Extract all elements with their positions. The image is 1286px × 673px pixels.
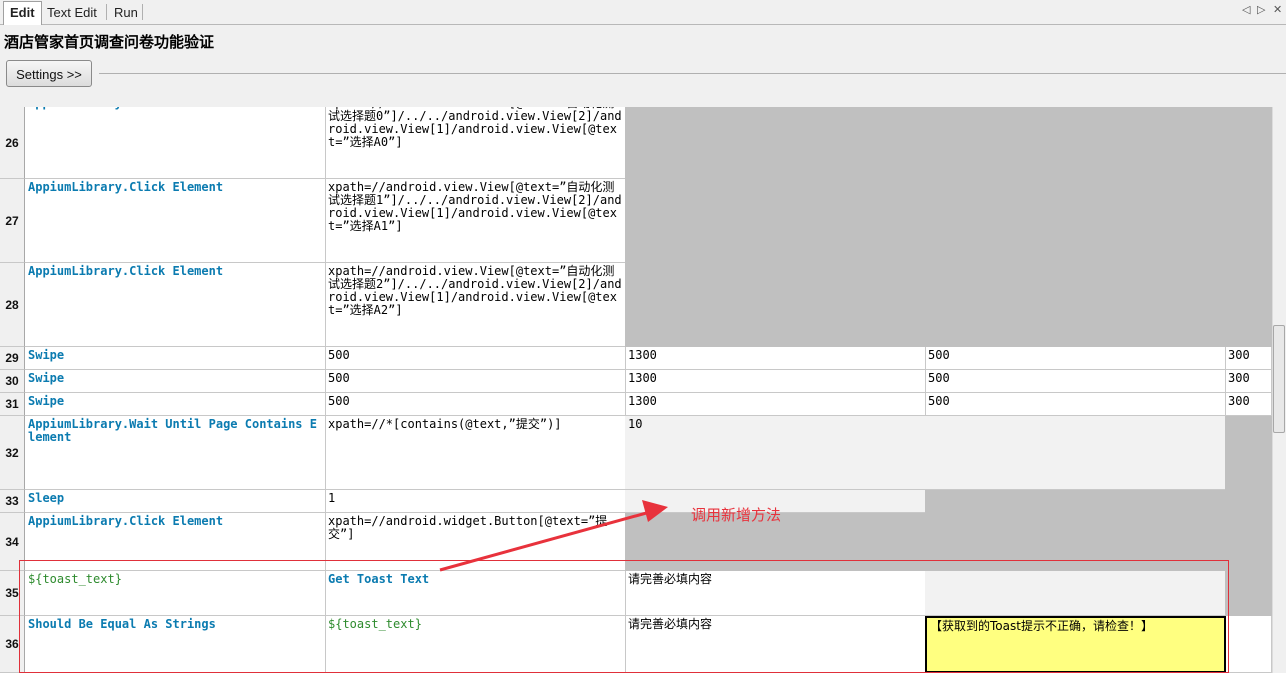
argument-cell[interactable]: 500 [325, 370, 626, 393]
selected-cell[interactable]: 【获取到的Toast提示不正确，请检查！】 [925, 616, 1226, 673]
row-number: 27 [0, 179, 25, 263]
keyword-cell[interactable]: AppiumLibrary.Wait Until Page Contains E… [25, 416, 326, 490]
argument-cell[interactable]: 500 [925, 393, 1226, 416]
keyword-cell[interactable]: AppiumLibrary.Click Element [25, 179, 326, 263]
test-case-table: 26 AppiumLibrary.Click Element xpath=//a… [0, 107, 1272, 673]
keyword-cell[interactable]: Sleep [25, 490, 326, 513]
argument-cell[interactable]: 300 [1225, 393, 1272, 416]
keyword-cell[interactable]: Should Be Equal As Strings [25, 616, 326, 673]
table-row: 27 AppiumLibrary.Click Element xpath=//a… [0, 179, 1272, 263]
argument-cell[interactable]: 10 [625, 416, 926, 490]
empty-cell[interactable] [925, 416, 1226, 490]
tab-edit[interactable]: Edit [3, 1, 42, 25]
close-icon[interactable]: ✕ [1273, 3, 1282, 16]
annotation-label: 调用新增方法 [691, 506, 782, 524]
empty-cell[interactable] [925, 571, 1226, 616]
argument-cell[interactable]: 1300 [625, 393, 926, 416]
table-row: 30 Swipe 500 1300 500 300 [0, 370, 1272, 393]
table-row: 33 Sleep 1 [0, 490, 1272, 513]
row-number: 30 [0, 370, 25, 393]
table-row: 35 ${toast_text} Get Toast Text 请完善必填内容 [0, 571, 1272, 616]
table-row: 31 Swipe 500 1300 500 300 [0, 393, 1272, 416]
argument-cell[interactable]: 300 [1225, 347, 1272, 370]
tab-run[interactable]: Run [108, 2, 144, 23]
settings-button[interactable]: Settings >> [6, 60, 92, 87]
table-row: 29 Swipe 500 1300 500 300 [0, 347, 1272, 370]
settings-divider [99, 73, 1286, 74]
tab-next-icon[interactable]: ▷ [1257, 3, 1265, 16]
keyword-cell[interactable]: AppiumLibrary.Click Element [25, 263, 326, 347]
keyword-cell[interactable]: Get Toast Text [325, 571, 626, 616]
argument-cell[interactable]: xpath=//android.view.View[@text=”自动化测试选择… [325, 179, 626, 263]
keyword-cell[interactable]: Swipe [25, 347, 326, 370]
row-number: 29 [0, 347, 25, 370]
tab-divider [142, 4, 143, 20]
empty-cell [925, 490, 1272, 513]
tab-bar: Edit Text Edit Run ◁ ▷ ✕ [0, 0, 1286, 25]
row-number: 35 [0, 571, 25, 616]
variable-cell[interactable]: ${toast_text} [25, 571, 326, 616]
keyword-cell[interactable]: AppiumLibrary.Click Element [25, 513, 326, 571]
table-row: 26 AppiumLibrary.Click Element xpath=//a… [0, 107, 1272, 179]
argument-cell[interactable]: 500 [925, 347, 1226, 370]
empty-cell [625, 179, 1272, 263]
row-number: 26 [0, 107, 25, 179]
row-number: 28 [0, 263, 25, 347]
table-row: 36 Should Be Equal As Strings ${toast_te… [0, 616, 1272, 673]
empty-cell [625, 107, 1272, 179]
row-number: 31 [0, 393, 25, 416]
keyword-cell[interactable]: AppiumLibrary.Click Element [25, 107, 326, 179]
row-number: 32 [0, 416, 25, 490]
page-title: 酒店管家首页调查问卷功能验证 [4, 33, 215, 51]
argument-cell[interactable]: 300 [1225, 370, 1272, 393]
keyword-cell[interactable]: Swipe [25, 393, 326, 416]
empty-cell[interactable] [1225, 616, 1272, 673]
argument-cell[interactable]: xpath=//android.widget.Button[@text=”提交”… [325, 513, 626, 571]
empty-cell [1225, 416, 1272, 490]
tab-text-edit[interactable]: Text Edit [41, 2, 103, 23]
argument-cell[interactable]: 请完善必填内容 [625, 571, 926, 616]
argument-cell[interactable]: 500 [925, 370, 1226, 393]
scrollbar-thumb[interactable] [1273, 325, 1285, 433]
empty-cell [1225, 571, 1272, 616]
argument-cell[interactable]: xpath=//android.view.View[@text=”自动化测试选择… [325, 263, 626, 347]
table-row: 32 AppiumLibrary.Wait Until Page Contain… [0, 416, 1272, 490]
argument-cell[interactable]: 1 [325, 490, 626, 513]
row-number: 36 [0, 616, 25, 673]
empty-cell [625, 263, 1272, 347]
variable-cell[interactable]: ${toast_text} [325, 616, 626, 673]
table-row: 34 AppiumLibrary.Click Element xpath=//a… [0, 513, 1272, 571]
tab-divider [106, 4, 107, 20]
argument-cell[interactable]: 请完善必填内容 [625, 616, 926, 673]
argument-cell[interactable]: 500 [325, 393, 626, 416]
argument-cell[interactable]: 1300 [625, 347, 926, 370]
row-number: 34 [0, 513, 25, 571]
keyword-cell[interactable]: Swipe [25, 370, 326, 393]
argument-cell[interactable]: 500 [325, 347, 626, 370]
argument-cell[interactable]: 1300 [625, 370, 926, 393]
row-number: 33 [0, 490, 25, 513]
table-row: 28 AppiumLibrary.Click Element xpath=//a… [0, 263, 1272, 347]
argument-cell[interactable]: xpath=//*[contains(@text,”提交”)] [325, 416, 626, 490]
tab-prev-icon[interactable]: ◁ [1242, 3, 1250, 16]
argument-cell[interactable]: xpath=//android.view.View[@text=”自动化测试选择… [325, 107, 626, 179]
